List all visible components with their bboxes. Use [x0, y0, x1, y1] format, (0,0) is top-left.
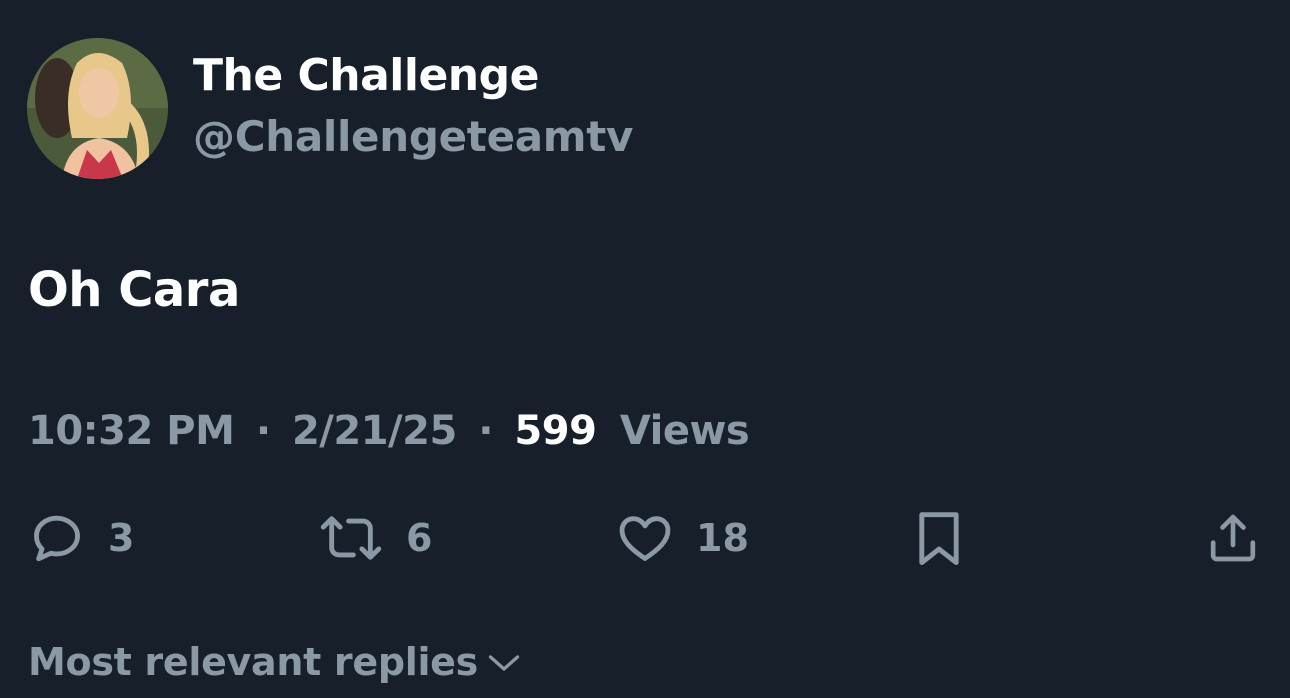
replies-sort-dropdown[interactable]: Most relevant replies: [28, 640, 522, 684]
share-button[interactable]: [1205, 505, 1261, 571]
meta-separator: ·: [255, 408, 271, 454]
reply-button[interactable]: 3: [28, 505, 134, 571]
like-button[interactable]: 18: [616, 505, 749, 571]
tweet-time[interactable]: 10:32 PM: [28, 408, 235, 454]
share-upload-icon: [1205, 509, 1261, 567]
chevron-down-icon: [478, 640, 522, 684]
reply-count: 3: [108, 516, 135, 560]
replies-sort-label: Most relevant replies: [28, 640, 478, 684]
tweet-meta: 10:32 PM · 2/21/25 · 599 Views: [28, 408, 750, 454]
meta-separator: ·: [478, 408, 493, 454]
views-count: 599: [514, 408, 597, 454]
views-label: Views: [619, 408, 750, 454]
tweet-text: Oh Cara: [28, 262, 240, 318]
action-bar: 3 6 18: [0, 505, 1290, 575]
repost-button[interactable]: 6: [318, 505, 432, 571]
bookmark-icon: [912, 508, 966, 568]
repost-arrows-icon: [318, 509, 384, 567]
author-handle[interactable]: @Challengeteamtv: [193, 112, 633, 161]
tweet-date[interactable]: 2/21/25: [292, 408, 457, 454]
bookmark-button[interactable]: [912, 505, 966, 571]
author-display-name[interactable]: The Challenge: [193, 50, 539, 101]
avatar[interactable]: [27, 38, 168, 179]
like-count: 18: [696, 516, 749, 560]
repost-count: 6: [406, 516, 433, 560]
tweet-detail: The Challenge @Challengeteamtv Oh Cara 1…: [0, 0, 1290, 698]
reply-bubble-icon: [28, 509, 86, 567]
heart-icon: [616, 509, 674, 567]
